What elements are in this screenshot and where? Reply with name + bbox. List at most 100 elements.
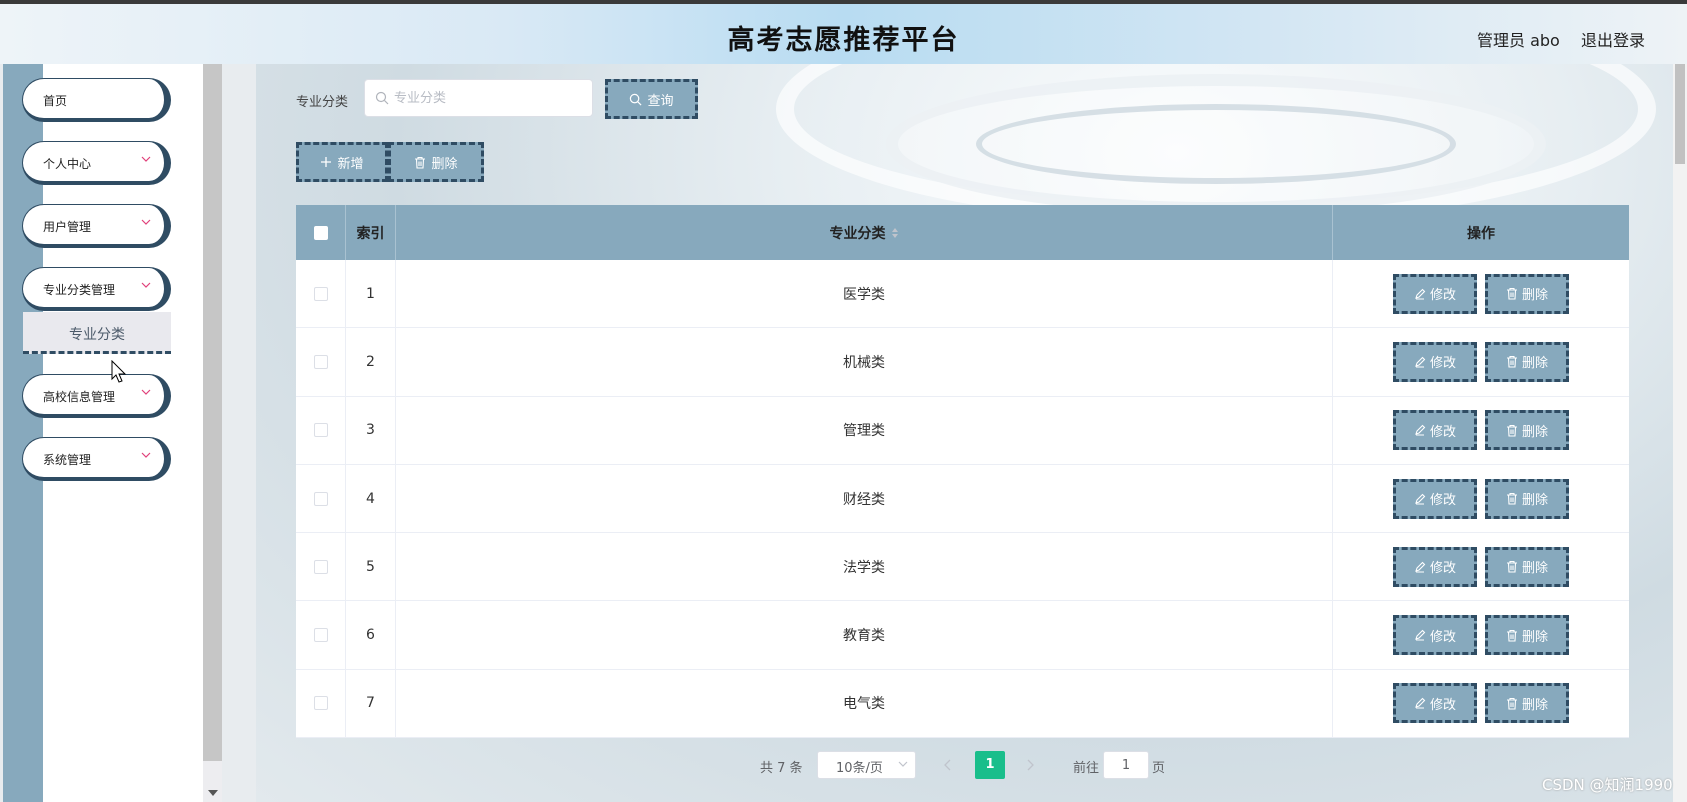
- edit-button[interactable]: 修改: [1393, 546, 1477, 587]
- page-number-current[interactable]: 1: [975, 751, 1005, 779]
- row-checkbox[interactable]: [313, 559, 328, 574]
- main-scrollbar[interactable]: [1673, 64, 1687, 802]
- edit-button[interactable]: 修改: [1393, 615, 1477, 656]
- chevron-down-icon: [141, 219, 151, 225]
- row-index: 6: [346, 601, 396, 669]
- search-label: 专业分类: [296, 95, 349, 110]
- table-row: 5 法学类 修改 删除: [296, 533, 1629, 602]
- header-name-cell[interactable]: 专业分类: [396, 205, 1333, 260]
- row-name: 医学类: [396, 260, 1333, 328]
- table-header: 索引 专业分类 操作: [296, 205, 1629, 260]
- delete-button[interactable]: 删除: [1485, 410, 1569, 451]
- row-index: 7: [346, 669, 396, 738]
- sort-icon[interactable]: [891, 227, 899, 239]
- sidebar-item-label: 个人中心: [43, 157, 92, 171]
- delete-button[interactable]: 删除: [1485, 683, 1569, 724]
- delete-button[interactable]: 删除: [1485, 273, 1569, 314]
- scroll-down-arrow-icon[interactable]: [208, 790, 218, 796]
- sidebar-item-major-category-management[interactable]: 专业分类管理: [22, 267, 171, 311]
- search-field[interactable]: [364, 79, 593, 117]
- trash-icon: [1506, 492, 1517, 505]
- delete-button[interactable]: 删除: [1485, 478, 1569, 519]
- edit-button[interactable]: 修改: [1393, 410, 1477, 451]
- sidebar-scrollbar[interactable]: [203, 64, 222, 802]
- row-name: 机械类: [396, 328, 1333, 396]
- delete-button-label: 删除: [1521, 697, 1548, 713]
- add-button[interactable]: 新增: [296, 142, 388, 182]
- edit-icon: [1415, 493, 1426, 505]
- sidebar-item-home[interactable]: 首页: [22, 78, 171, 122]
- row-checkbox[interactable]: [313, 354, 328, 369]
- sidebar-item-system-management[interactable]: 系统管理: [22, 437, 171, 481]
- table-row: 4 财经类 修改 删除: [296, 464, 1629, 534]
- row-select-cell: [296, 396, 346, 464]
- row-select-cell: [296, 464, 346, 533]
- row-index: 4: [346, 464, 396, 533]
- page-size-value: 10条/页: [836, 761, 883, 776]
- select-all-checkbox[interactable]: [313, 225, 328, 240]
- edit-icon: [1415, 288, 1426, 300]
- query-button-label: 查询: [647, 93, 674, 109]
- delete-button[interactable]: 删除: [1485, 546, 1569, 587]
- row-checkbox[interactable]: [313, 286, 328, 301]
- edit-button-label: 修改: [1429, 629, 1456, 645]
- goto-page-input[interactable]: [1103, 751, 1149, 779]
- major-category-table: 索引 专业分类 操作 1 医学类 修改 删除 2 机械类 修改 删除 3 管理类 修改 删除 4 财经类修…: [296, 205, 1629, 739]
- trash-icon: [415, 156, 426, 169]
- edit-icon: [1415, 629, 1426, 641]
- add-button-label: 新增: [337, 156, 364, 172]
- chevron-down-icon: [141, 452, 151, 458]
- row-name: 财经类: [396, 464, 1333, 533]
- search-input[interactable]: [394, 88, 584, 108]
- sidebar-item-label: 首页: [43, 94, 68, 108]
- row-index: 5: [346, 533, 396, 601]
- prev-page-button[interactable]: [938, 752, 958, 778]
- edit-button[interactable]: 修改: [1393, 341, 1477, 382]
- sidebar-item-user-management[interactable]: 用户管理: [22, 204, 171, 248]
- delete-button[interactable]: 删除: [1485, 615, 1569, 656]
- header-ops: 操作: [1467, 225, 1495, 242]
- sidebar-scrollbar-thumb[interactable]: [203, 64, 222, 761]
- chevron-right-icon: [1027, 759, 1034, 771]
- delete-button[interactable]: 删除: [1485, 341, 1569, 382]
- header-select-cell: [296, 205, 346, 260]
- header-index: 索引: [346, 205, 396, 260]
- edit-button[interactable]: 修改: [1393, 683, 1477, 724]
- row-checkbox[interactable]: [313, 423, 328, 438]
- trash-icon: [1506, 424, 1517, 437]
- sidebar-item-label: 用户管理: [43, 220, 92, 234]
- table-body: 1 医学类 修改 删除 2 机械类 修改 删除 3 管理类 修改 删除 4 财经类 修改 删除 5 法学类 修改 删除…: [296, 260, 1629, 739]
- edit-icon: [1415, 424, 1426, 436]
- row-select-cell: [296, 601, 346, 669]
- next-page-button[interactable]: [1020, 752, 1040, 778]
- query-button[interactable]: 查询: [605, 79, 698, 119]
- row-checkbox[interactable]: [313, 491, 328, 506]
- main-scrollbar-thumb[interactable]: [1675, 64, 1685, 164]
- edit-button[interactable]: 修改: [1393, 273, 1477, 314]
- table-row: 3 管理类 修改 删除: [296, 396, 1629, 465]
- row-name: 教育类: [396, 601, 1333, 669]
- row-actions: 修改 删除: [1333, 601, 1629, 668]
- row-actions: 修改 删除: [1333, 670, 1629, 737]
- sidebar-subitem-major-category[interactable]: 专业分类: [23, 312, 171, 354]
- batch-delete-button[interactable]: 删除: [388, 142, 484, 182]
- sidebar-item-college-management[interactable]: 高校信息管理: [22, 374, 171, 418]
- edit-icon: [1415, 698, 1426, 709]
- trash-icon: [1506, 629, 1517, 642]
- edit-button[interactable]: 修改: [1393, 478, 1477, 519]
- goto-unit: 页: [1152, 761, 1166, 776]
- row-name: 电气类: [396, 669, 1333, 738]
- delete-button-label: 删除: [1521, 629, 1548, 645]
- page-size-select[interactable]: 10条/页: [817, 751, 916, 779]
- watermark: CSDN @知润1990: [1542, 776, 1673, 794]
- sidebar-item-label: 专业分类管理: [43, 283, 116, 297]
- sidebar-item-personal-center[interactable]: 个人中心: [22, 141, 171, 185]
- row-select-cell: [296, 669, 346, 738]
- delete-button-label: 删除: [1521, 561, 1548, 577]
- trash-icon: [1506, 356, 1517, 368]
- row-checkbox[interactable]: [313, 696, 328, 711]
- table-row: 2 机械类 修改 删除: [296, 328, 1629, 397]
- current-user: 管理员 abo: [1477, 31, 1560, 50]
- row-checkbox[interactable]: [313, 628, 328, 643]
- logout-link[interactable]: 退出登录: [1581, 27, 1645, 51]
